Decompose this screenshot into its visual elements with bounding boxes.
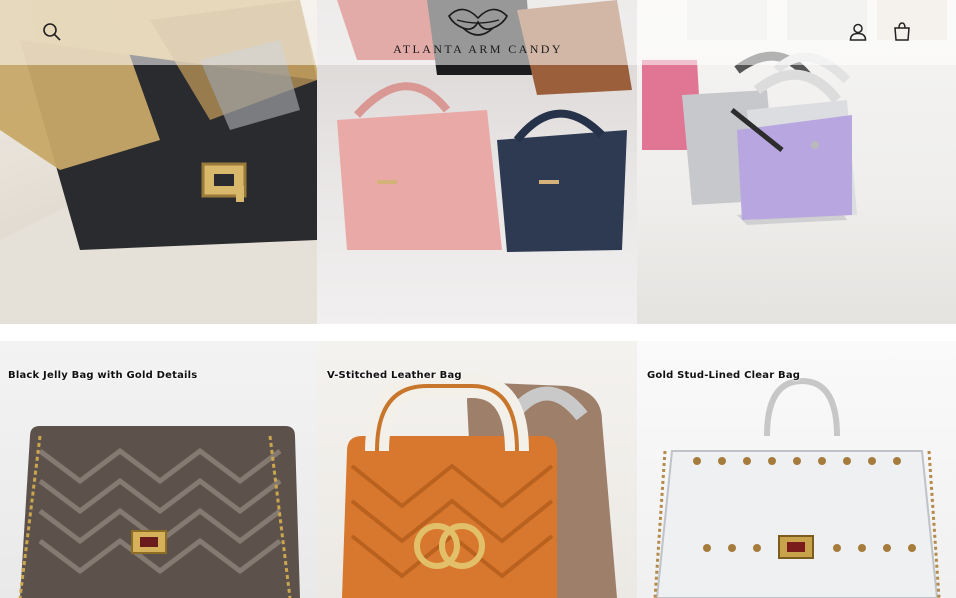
product-title[interactable]: Gold Stud-Lined Clear Bag <box>647 370 800 381</box>
product-card[interactable]: Black Jelly Bag with Gold Details <box>0 341 317 598</box>
product-title[interactable]: Black Jelly Bag with Gold Details <box>8 370 197 381</box>
brand-logo[interactable]: ATLANTA ARM CANDY <box>0 6 956 57</box>
product-card[interactable]: Gold Stud-Lined Clear Bag <box>637 341 956 598</box>
site-header: ATLANTA ARM CANDY <box>0 0 956 65</box>
product-grid: Black Jelly Bag with Gold Details V-Stit… <box>0 341 956 598</box>
product-title[interactable]: V-Stitched Leather Bag <box>327 370 462 381</box>
lips-logo-icon <box>448 8 508 36</box>
product-card[interactable]: V-Stitched Leather Bag <box>317 341 637 598</box>
brand-name: ATLANTA ARM CANDY <box>393 42 563 56</box>
cart-icon[interactable] <box>888 18 916 46</box>
user-icon[interactable] <box>844 18 872 46</box>
